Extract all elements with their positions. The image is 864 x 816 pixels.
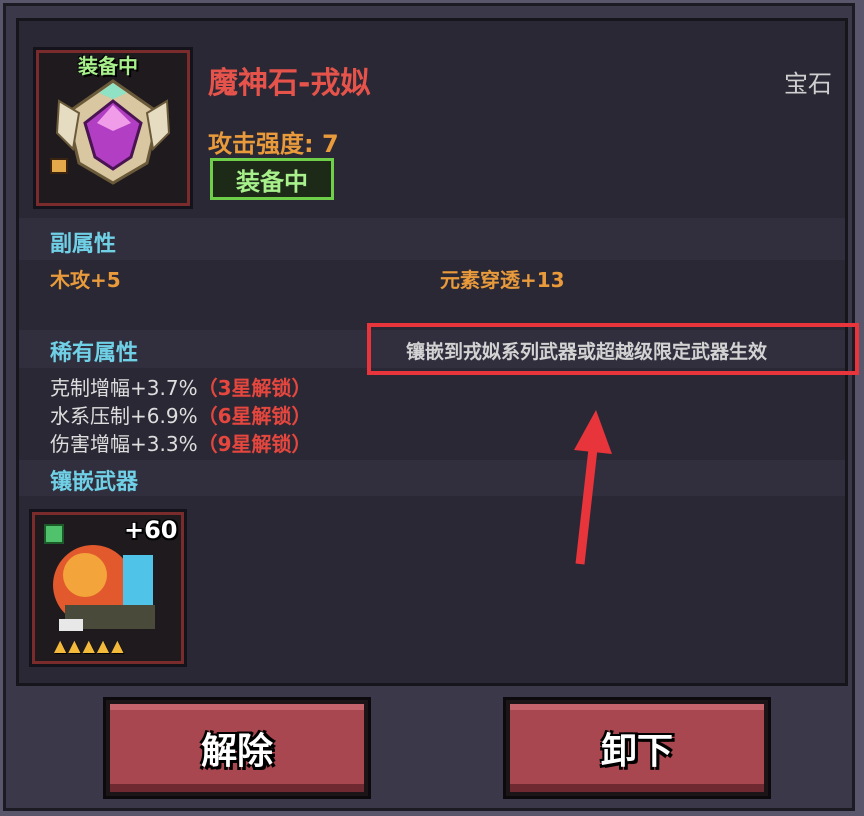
rare-attributes-title: 稀有属性 (50, 341, 139, 366)
weapon-level: +60 (124, 516, 178, 544)
weapon-stars: ▲▲▲▲▲ (54, 636, 126, 655)
highlight-box (367, 323, 859, 375)
sub-attributes-header (19, 218, 845, 260)
unequip-button[interactable]: 卸下 (506, 700, 768, 796)
attack-stat: 攻击强度: 7 (208, 130, 339, 158)
rare-attribute-line: 伤害增幅+3.3%（9星解锁） (50, 432, 312, 456)
inlay-weapon-header (19, 460, 845, 496)
rare-attribute-line: 克制增幅+3.7%（3星解锁） (50, 376, 312, 400)
rare-attribute-line: 水系压制+6.9%（6星解锁） (50, 404, 312, 428)
release-button[interactable]: 解除 (106, 700, 368, 796)
sub-attributes-title: 副属性 (50, 232, 117, 257)
item-type: 宝石 (784, 70, 832, 98)
equipped-badge: 装备中 (210, 158, 334, 200)
equipped-tag: 装备中 (78, 54, 138, 78)
arrow-icon (574, 410, 612, 565)
item-name: 魔神石-戎姒 (208, 66, 371, 101)
sub-attribute-right: 元素穿透+13 (440, 268, 565, 292)
sub-attribute-left: 木攻+5 (50, 268, 121, 292)
inlay-weapon-title: 镶嵌武器 (50, 470, 139, 495)
